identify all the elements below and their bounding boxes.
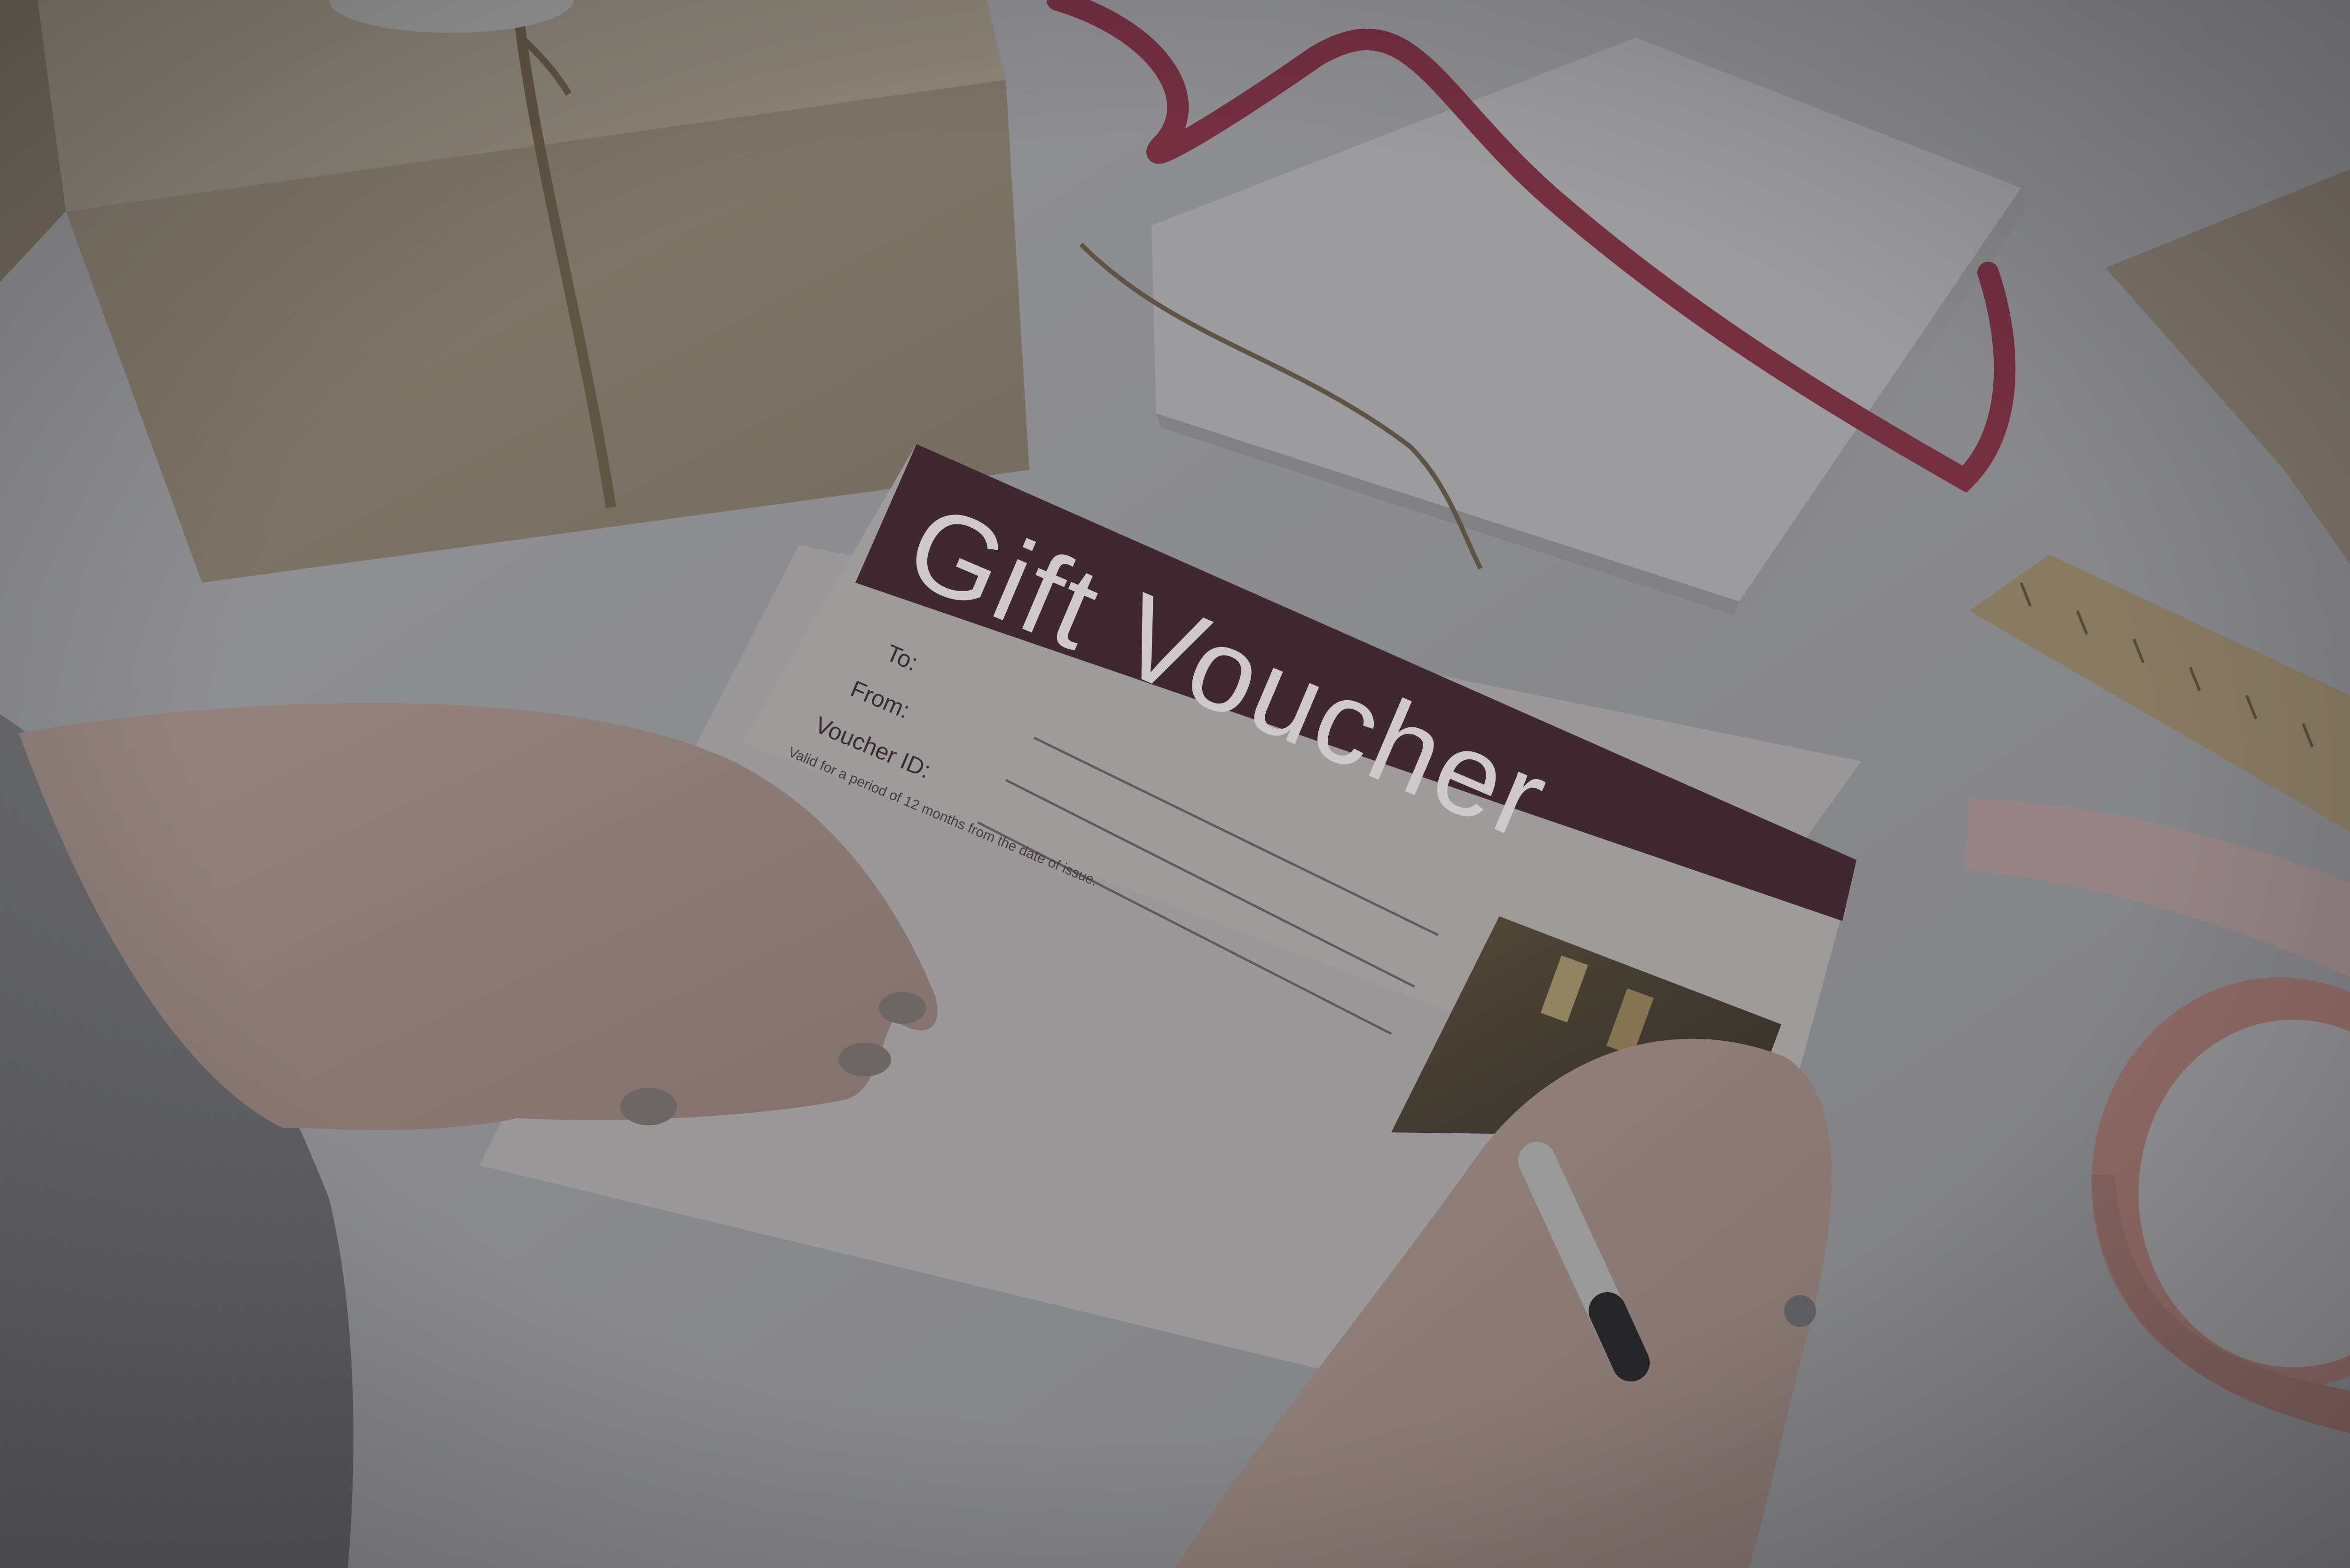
dim-overlay xyxy=(0,0,2350,1568)
scene-illustration xyxy=(0,0,2350,1568)
photo-scene: Gift Voucher To: From: Voucher ID: Valid… xyxy=(0,0,2350,1568)
